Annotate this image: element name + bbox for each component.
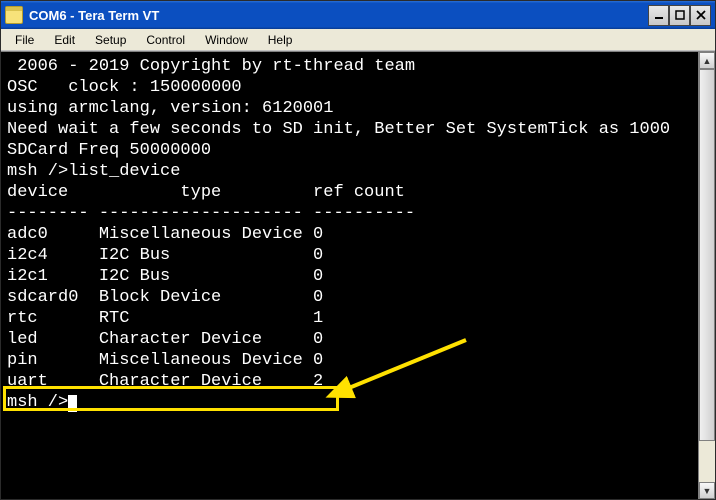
scroll-up-button[interactable]: ▲ bbox=[699, 52, 715, 69]
menu-help[interactable]: Help bbox=[258, 31, 303, 49]
menu-bar: File Edit Setup Control Window Help bbox=[1, 29, 715, 51]
scroll-track[interactable] bbox=[699, 69, 715, 482]
terminal-line: msh />list_device bbox=[7, 161, 692, 182]
terminal-line: pin Miscellaneous Device 0 bbox=[7, 350, 692, 371]
menu-file[interactable]: File bbox=[5, 31, 44, 49]
terminal-line: Need wait a few seconds to SD init, Bett… bbox=[7, 119, 692, 140]
terminal-line: i2c1 I2C Bus 0 bbox=[7, 266, 692, 287]
cursor bbox=[68, 395, 77, 412]
scrollbar: ▲ ▼ bbox=[698, 52, 715, 499]
terminal-line: rtc RTC 1 bbox=[7, 308, 692, 329]
menu-control[interactable]: Control bbox=[136, 31, 195, 49]
terminal-line: device type ref count bbox=[7, 182, 692, 203]
terminal-line: using armclang, version: 6120001 bbox=[7, 98, 692, 119]
terminal-line: -------- -------------------- ---------- bbox=[7, 203, 692, 224]
terminal-line: uart Character Device 2 bbox=[7, 371, 692, 392]
terminal-line: adc0 Miscellaneous Device 0 bbox=[7, 224, 692, 245]
terminal-prompt-line: msh /> bbox=[7, 392, 692, 413]
title-bar[interactable]: COM6 - Tera Term VT bbox=[1, 1, 715, 29]
terminal-line: sdcard0 Block Device 0 bbox=[7, 287, 692, 308]
terminal-line: led Character Device 0 bbox=[7, 329, 692, 350]
maximize-button[interactable] bbox=[669, 5, 690, 26]
window-buttons bbox=[648, 5, 711, 26]
window-title: COM6 - Tera Term VT bbox=[27, 8, 648, 23]
minimize-button[interactable] bbox=[648, 5, 669, 26]
window-frame: COM6 - Tera Term VT File Edit Setup Cont… bbox=[0, 0, 716, 500]
menu-setup[interactable]: Setup bbox=[85, 31, 136, 49]
app-icon bbox=[5, 6, 23, 24]
terminal-line: OSC clock : 150000000 bbox=[7, 77, 692, 98]
scroll-thumb[interactable] bbox=[699, 69, 715, 441]
scroll-down-button[interactable]: ▼ bbox=[699, 482, 715, 499]
terminal-area: 2006 - 2019 Copyright by rt-thread teamO… bbox=[1, 51, 715, 499]
terminal-line: 2006 - 2019 Copyright by rt-thread team bbox=[7, 56, 692, 77]
terminal-output[interactable]: 2006 - 2019 Copyright by rt-thread teamO… bbox=[1, 52, 698, 499]
terminal-line: SDCard Freq 50000000 bbox=[7, 140, 692, 161]
terminal-line: i2c4 I2C Bus 0 bbox=[7, 245, 692, 266]
close-button[interactable] bbox=[690, 5, 711, 26]
menu-window[interactable]: Window bbox=[195, 31, 258, 49]
menu-edit[interactable]: Edit bbox=[44, 31, 85, 49]
